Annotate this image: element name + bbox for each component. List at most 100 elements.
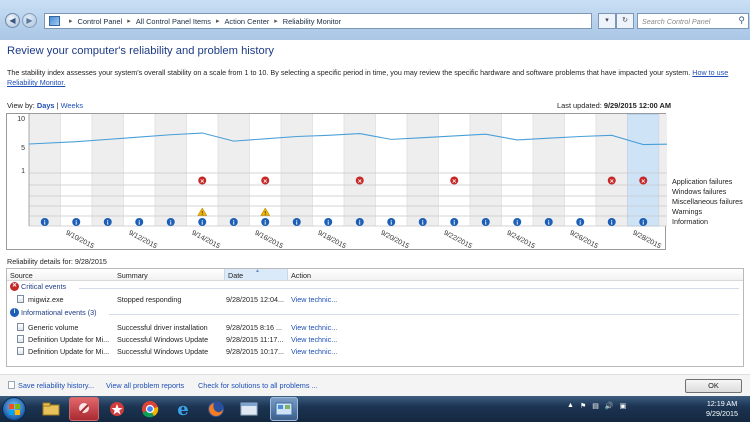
information-icon: i <box>10 308 19 317</box>
y-tick-label: 10 <box>17 116 25 123</box>
last-updated: Last updated: 9/29/2015 12:00 AM <box>557 101 671 110</box>
error-cross-icon: × <box>200 178 205 185</box>
error-cross-icon: × <box>641 178 646 185</box>
breadcrumb-control-panel[interactable]: Control Panel <box>78 17 123 26</box>
day-column <box>60 114 92 226</box>
view-technical-details-link[interactable]: View technic... <box>291 335 337 344</box>
start-button[interactable] <box>2 397 26 421</box>
table-row[interactable]: migwiz.exe Stopped responding 9/28/2015 … <box>7 294 743 305</box>
table-header: Source Summary ▲ Date Action <box>7 268 743 281</box>
critical-events-header: Critical events <box>21 282 67 291</box>
row-date: 9/28/2015 11:17... <box>226 335 284 344</box>
history-dropdown-icon[interactable]: ▾ <box>598 13 616 29</box>
informational-events-header: Informational events (3) <box>21 308 97 317</box>
firefox-icon[interactable] <box>201 397 231 421</box>
table-row[interactable]: Generic volume Successful driver install… <box>7 322 743 333</box>
search-input[interactable]: Search Control Panel ⚲ <box>637 13 749 29</box>
view-technical-details-link[interactable]: View technic... <box>291 295 337 304</box>
control-panel-taskbar-icon[interactable] <box>270 397 298 421</box>
legend-windows-failures: Windows failures <box>672 187 727 196</box>
view-by-selector: View by: Days | Weeks <box>7 101 83 110</box>
critical-events-group[interactable]: ✕ Critical events <box>10 282 66 291</box>
breadcrumb-chevron-icon[interactable]: ▸ <box>69 17 73 25</box>
page-title: Review your computer's reliability and p… <box>7 45 275 57</box>
breadcrumb-chevron-icon[interactable]: ▸ <box>127 17 131 25</box>
breadcrumb-reliability-monitor[interactable]: Reliability Monitor <box>283 17 341 26</box>
file-explorer-icon[interactable] <box>36 397 66 421</box>
day-column <box>123 114 155 226</box>
volume-icon[interactable]: 🔊 <box>605 402 614 410</box>
check-solutions-link[interactable]: Check for solutions to all problems ... <box>198 381 318 390</box>
day-column <box>596 114 628 226</box>
save-icon <box>8 381 15 389</box>
day-column <box>533 114 565 226</box>
column-summary[interactable]: Summary <box>117 271 148 280</box>
table-row[interactable]: Definition Update for Mi... Successful W… <box>7 334 743 345</box>
flag-icon[interactable]: ⚑ <box>580 402 586 410</box>
day-column <box>501 114 533 226</box>
chrome-icon[interactable] <box>135 397 165 421</box>
group-divider <box>79 288 739 289</box>
clock-date: 9/29/2015 <box>706 409 738 418</box>
ok-button[interactable]: OK <box>685 379 742 393</box>
row-date: 9/28/2015 12:04... <box>226 295 284 304</box>
back-arrow-icon[interactable]: ◀ <box>5 13 20 28</box>
refresh-icon[interactable]: ↻ <box>616 13 634 29</box>
x-tick-label: 9/14/2015 <box>190 230 221 251</box>
save-history-link[interactable]: Save reliability history... <box>18 381 94 390</box>
snipping-tool-icon[interactable] <box>69 397 99 421</box>
row-date: 9/28/2015 8:16 ... <box>226 323 282 332</box>
internet-explorer-icon[interactable]: e <box>168 397 198 421</box>
table-row[interactable]: Definition Update for Mi... Successful W… <box>7 346 743 357</box>
taskbar: e S ▲ ⚑ ▤ 🔊 ▣ 12:19 AM 9/29/2015 <box>0 396 750 422</box>
day-column <box>564 114 596 226</box>
breadcrumb-chevron-icon[interactable]: ▸ <box>274 17 278 25</box>
column-date[interactable]: ▲ Date <box>224 268 288 280</box>
clock[interactable]: 12:19 AM 9/29/2015 <box>699 399 745 419</box>
display-icon[interactable]: ▣ <box>620 402 627 410</box>
day-column <box>438 114 470 226</box>
search-icon[interactable]: ⚲ <box>738 15 745 26</box>
reliability-chart-svg[interactable]: 1051× × × × × ×! !i i i i i i i i i i i i i i i i i i i i9/10/201… <box>7 114 667 251</box>
last-updated-value: 9/29/2015 12:00 AM <box>603 101 671 110</box>
details-label: Reliability details for: 9/28/2015 <box>7 257 107 266</box>
x-tick-label: 9/20/2015 <box>379 230 410 251</box>
x-tick-label: 9/18/2015 <box>316 230 347 251</box>
row-source: Definition Update for Mi... <box>28 347 110 356</box>
view-all-reports-link[interactable]: View all problem reports <box>106 381 184 390</box>
column-action[interactable]: Action <box>291 271 311 280</box>
page-description: The stability index assesses your system… <box>7 68 742 88</box>
breadcrumb[interactable]: ▸ Control Panel ▸ All Control Panel Item… <box>44 13 592 29</box>
day-column <box>92 114 124 226</box>
app-star-icon[interactable] <box>102 397 132 421</box>
breadcrumb-all-items[interactable]: All Control Panel Items <box>136 17 211 26</box>
day-column <box>29 114 61 226</box>
view-weeks-link[interactable]: Weeks <box>61 101 83 110</box>
reliability-chart[interactable]: 10 5 1 × × × × × ×!! i i i i i i i i i i i i i i i i i i i i 9/10/201… <box>6 113 667 251</box>
app-window-icon[interactable] <box>234 397 264 421</box>
row-date: 9/28/2015 10:17... <box>226 347 284 356</box>
address-tools: ▾ ↻ <box>598 13 634 29</box>
forward-arrow-icon[interactable]: ▶ <box>22 13 37 28</box>
breadcrumb-action-center[interactable]: Action Center <box>225 17 270 26</box>
column-source[interactable]: Source <box>10 271 33 280</box>
error-cross-icon: × <box>609 178 614 185</box>
view-days-link[interactable]: Days <box>37 101 55 110</box>
document-icon <box>17 295 24 303</box>
show-hidden-icons-icon[interactable]: ▲ <box>567 402 574 410</box>
x-tick-label: 9/24/2015 <box>505 230 536 251</box>
network-icon[interactable]: ▤ <box>592 402 599 410</box>
view-technical-details-link[interactable]: View technic... <box>291 323 337 332</box>
informational-events-group[interactable]: i Informational events (3) <box>10 308 97 317</box>
day-column <box>155 114 187 226</box>
day-column <box>344 114 376 226</box>
error-cross-icon: × <box>357 178 362 185</box>
clock-time: 12:19 AM <box>706 399 738 408</box>
view-technical-details-link[interactable]: View technic... <box>291 347 337 356</box>
sort-ascending-icon: ▲ <box>255 268 260 274</box>
day-column <box>470 114 502 226</box>
day-column <box>218 114 250 226</box>
x-tick-label: 9/26/2015 <box>568 230 599 251</box>
breadcrumb-chevron-icon[interactable]: ▸ <box>216 17 220 25</box>
x-tick-label: 9/10/2015 <box>64 230 95 251</box>
